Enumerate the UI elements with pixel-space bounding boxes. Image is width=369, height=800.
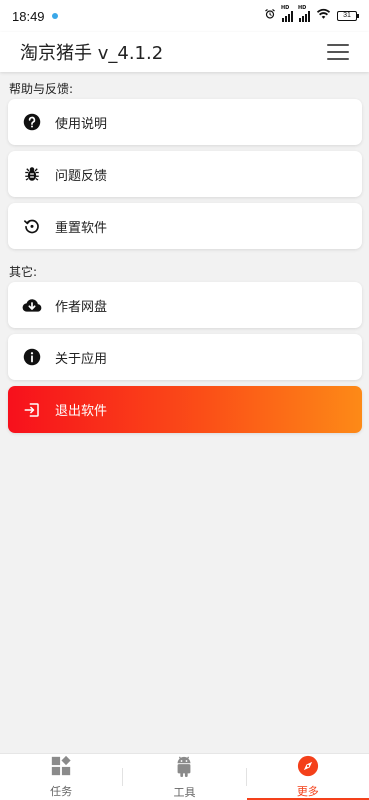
- nav-tab-tasks-label: 任务: [50, 785, 73, 798]
- wifi-icon: [316, 8, 331, 24]
- bug-icon: [22, 164, 42, 184]
- status-bar: 18:49 HD HD 31: [0, 0, 369, 32]
- exit-icon: [22, 400, 42, 420]
- menu-button[interactable]: [327, 44, 349, 60]
- nav-tab-more-label: 更多: [296, 785, 319, 798]
- alarm-icon: [264, 8, 276, 24]
- android-icon: [173, 754, 195, 782]
- section-label-help: 帮助与反馈:: [9, 82, 74, 96]
- app-bar: 淘京猪手 v_4.1.2: [0, 32, 369, 72]
- app-title: 淘京猪手 v_4.1.2: [20, 43, 164, 64]
- feedback-button[interactable]: 问题反馈: [8, 151, 362, 197]
- reset-icon: [22, 216, 42, 236]
- nav-tab-tasks[interactable]: 任务: [0, 754, 122, 800]
- menu-icon: [327, 44, 349, 46]
- battery-icon: 31: [337, 11, 359, 21]
- cloud-download-icon: [22, 295, 42, 315]
- info-icon: [22, 347, 42, 367]
- exit-app-label: 退出软件: [55, 404, 108, 419]
- nav-tab-tools-label: 工具: [173, 786, 196, 799]
- reset-app-label: 重置软件: [55, 220, 108, 236]
- nav-tab-more[interactable]: 更多: [246, 754, 369, 800]
- question-icon: [22, 112, 42, 132]
- author-netdisk-label: 作者网盘: [55, 299, 108, 315]
- author-netdisk-button[interactable]: 作者网盘: [8, 282, 362, 328]
- status-time: 18:49: [12, 8, 45, 24]
- signal-2-icon: HD: [298, 5, 310, 22]
- exit-app-button[interactable]: 退出软件: [8, 386, 362, 433]
- notification-dot: [51, 13, 58, 19]
- feedback-label: 问题反馈: [55, 168, 108, 184]
- usage-guide-button[interactable]: 使用说明: [8, 99, 362, 145]
- widgets-icon: [50, 755, 72, 781]
- reset-app-button[interactable]: 重置软件: [8, 203, 362, 249]
- bottom-navigation: 任务 工具 更多: [0, 753, 369, 800]
- compass-icon: [297, 755, 319, 781]
- section-label-other: 其它:: [9, 265, 38, 279]
- about-app-button[interactable]: 关于应用: [8, 334, 362, 380]
- status-icons: HD HD 31: [264, 5, 359, 24]
- about-app-label: 关于应用: [55, 351, 108, 367]
- signal-1-icon: HD: [281, 5, 293, 22]
- nav-tab-tools[interactable]: 工具: [123, 754, 245, 800]
- usage-guide-label: 使用说明: [55, 116, 108, 132]
